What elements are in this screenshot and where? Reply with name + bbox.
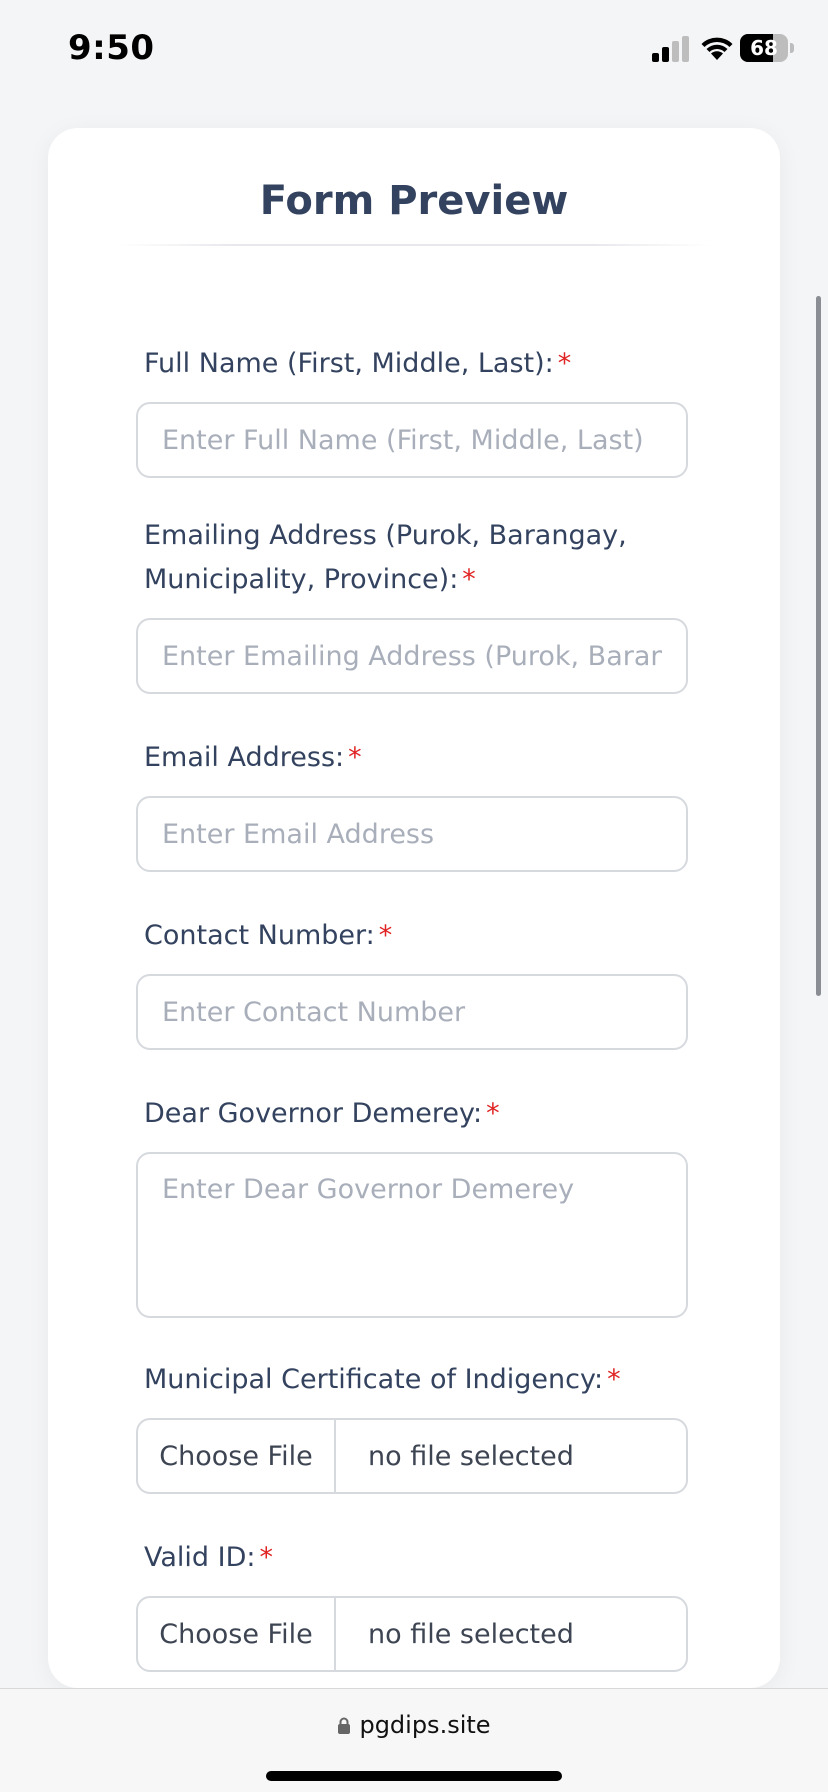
letter-textarea[interactable] bbox=[138, 1154, 686, 1316]
choose-file-button[interactable]: Choose File bbox=[138, 1420, 336, 1492]
contact-number-label: Contact Number: * bbox=[144, 920, 393, 951]
required-asterisk: * bbox=[486, 1098, 500, 1129]
required-asterisk: * bbox=[557, 348, 572, 379]
status-time: 9:50 bbox=[68, 28, 155, 68]
status-bar: 9:50 68 bbox=[0, 0, 828, 96]
battery-level: 68 bbox=[750, 36, 778, 60]
browser-bottom-bar: pgdips.site bbox=[0, 1688, 828, 1792]
valid-id-file-input[interactable]: Choose File no file selected bbox=[136, 1596, 688, 1672]
indigency-certificate-label: Municipal Certificate of Indigency: * bbox=[144, 1364, 621, 1395]
email-label: Email Address: * bbox=[144, 742, 362, 773]
mailing-address-input[interactable] bbox=[138, 620, 686, 692]
address-bar[interactable]: pgdips.site bbox=[0, 1711, 828, 1739]
form-card: Form Preview Full Name (First, Middle, L… bbox=[48, 128, 780, 1688]
letter-label: Dear Governor Demerey: * bbox=[144, 1098, 500, 1129]
indigency-certificate-file-input[interactable]: Choose File no file selected bbox=[136, 1418, 688, 1494]
full-name-label: Full Name (First, Middle, Last): * bbox=[144, 348, 572, 379]
battery-icon: 68 bbox=[740, 34, 794, 62]
valid-id-label: Valid ID: * bbox=[144, 1542, 274, 1573]
form-title: Form Preview bbox=[259, 178, 569, 224]
required-asterisk: * bbox=[378, 920, 393, 951]
file-status: no file selected bbox=[368, 1440, 574, 1472]
home-indicator[interactable] bbox=[266, 1771, 562, 1781]
required-asterisk: * bbox=[259, 1542, 274, 1573]
mailing-address-label: Emailing Address (Purok, Barangay, Munic… bbox=[144, 520, 627, 595]
full-name-input[interactable] bbox=[138, 404, 686, 476]
file-status: no file selected bbox=[368, 1618, 574, 1650]
email-field[interactable] bbox=[136, 796, 688, 872]
wifi-icon bbox=[701, 37, 733, 60]
required-asterisk: * bbox=[462, 564, 476, 595]
mailing-address-field[interactable] bbox=[136, 618, 688, 694]
lock-icon bbox=[338, 1717, 351, 1734]
screen: 9:50 68 Form Preview Full Name (First, M… bbox=[0, 0, 828, 1792]
title-divider bbox=[118, 244, 710, 246]
cellular-signal-icon bbox=[652, 36, 689, 62]
required-asterisk: * bbox=[607, 1364, 621, 1395]
full-name-field[interactable] bbox=[136, 402, 688, 478]
email-input[interactable] bbox=[138, 798, 686, 870]
page-scrollbar[interactable] bbox=[816, 296, 821, 996]
required-asterisk: * bbox=[348, 742, 362, 773]
letter-field[interactable] bbox=[136, 1152, 688, 1318]
choose-file-button[interactable]: Choose File bbox=[138, 1598, 336, 1670]
url-text: pgdips.site bbox=[359, 1711, 491, 1739]
contact-number-input[interactable] bbox=[138, 976, 686, 1048]
contact-number-field[interactable] bbox=[136, 974, 688, 1050]
